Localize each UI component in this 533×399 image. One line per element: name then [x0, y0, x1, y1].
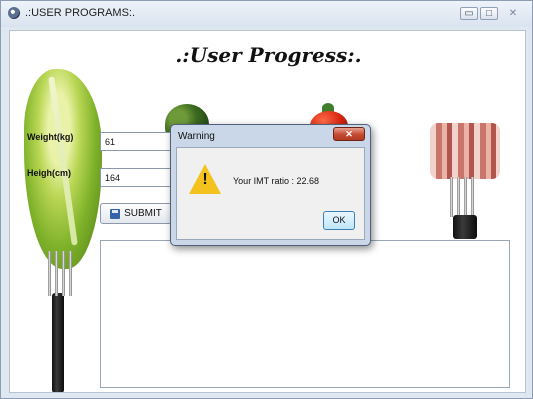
height-input[interactable]: 164 [100, 168, 180, 187]
minimize-button[interactable]: ▭ [460, 7, 478, 20]
dialog-close-button[interactable]: ✕ [333, 127, 365, 141]
left-fork-tine-image [48, 251, 51, 296]
result-text-area[interactable] [100, 240, 510, 388]
warning-exclamation-icon: ! [202, 171, 208, 188]
close-button[interactable]: ✕ [502, 7, 524, 20]
left-fork-tine-image [55, 251, 58, 296]
right-fork-tine-image [464, 177, 467, 217]
page-title: .:User Progress:. [175, 43, 362, 67]
right-fork-tine-image [471, 177, 474, 217]
left-fork-tine-image [69, 251, 72, 296]
window-title: .:USER PROGRAMS:. [25, 7, 136, 19]
dialog-title: Warning [178, 131, 215, 142]
right-fork-tine-image [457, 177, 460, 217]
dialog-message: Your IMT ratio : 22.68 [233, 176, 320, 186]
bacon-image [430, 123, 500, 179]
app-icon [8, 7, 20, 19]
left-fork-tine-image [62, 251, 65, 296]
weight-input[interactable]: 61 [100, 132, 180, 151]
right-fork-handle-image [453, 215, 477, 239]
weight-label: Weight(kg) [27, 132, 74, 142]
warning-dialog: Warning ✕ ! Your IMT ratio : 22.68 OK [170, 124, 371, 246]
title-bar[interactable]: .:USER PROGRAMS:. ▭ □ ✕ [1, 1, 532, 27]
submit-button-label: SUBMIT [124, 208, 162, 219]
height-label: Heigh(cm) [27, 168, 72, 178]
left-fork-handle-image [52, 293, 64, 392]
save-icon [110, 208, 121, 219]
maximize-button[interactable]: □ [480, 7, 498, 20]
ok-button[interactable]: OK [323, 211, 355, 230]
submit-button[interactable]: SUBMIT [100, 203, 172, 224]
dialog-body: ! Your IMT ratio : 22.68 OK [176, 147, 365, 240]
right-fork-tine-image [450, 177, 453, 217]
